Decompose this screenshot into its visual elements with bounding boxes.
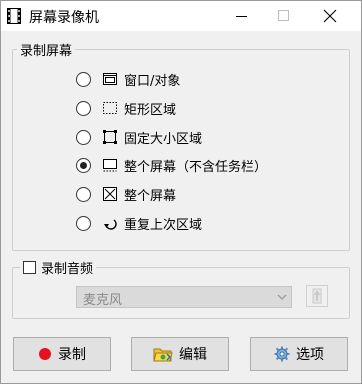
- edit-button-label: 编辑: [179, 347, 207, 363]
- minimize-button[interactable]: [221, 1, 265, 31]
- record-audio-label: 录制音频: [41, 262, 94, 277]
- option-fixed-size-region[interactable]: 固定大小区域: [76, 127, 202, 147]
- option-full-screen[interactable]: 整个屏幕: [76, 184, 176, 204]
- option-label: 整个屏幕（不含任务栏）: [124, 159, 268, 175]
- close-icon: [323, 9, 337, 23]
- option-label: 固定大小区域: [124, 131, 203, 147]
- option-label: 窗口/对象: [124, 73, 181, 89]
- radio-button-selected[interactable]: [76, 157, 91, 173]
- options-button[interactable]: 选项: [250, 337, 348, 371]
- film-icon: [7, 8, 21, 24]
- radio-button[interactable]: [76, 100, 91, 116]
- option-label: 重复上次区域: [124, 217, 203, 233]
- upload-icon: [312, 288, 322, 304]
- title-bar[interactable]: 屏幕录像机: [1, 1, 361, 31]
- option-window-object[interactable]: 窗口/对象: [76, 69, 180, 89]
- audio-device-value: 麦克风: [83, 293, 123, 308]
- maximize-button: [263, 1, 307, 31]
- record-screen-legend: 录制屏幕: [17, 40, 76, 59]
- fixed-size-region-icon: [103, 130, 117, 144]
- record-audio-legend[interactable]: 录制音频: [20, 258, 97, 277]
- window-title: 屏幕录像机: [29, 10, 99, 26]
- close-button[interactable]: [309, 1, 353, 31]
- maximize-icon: [278, 10, 289, 21]
- chevron-down-icon: [277, 294, 287, 300]
- radio-button[interactable]: [76, 129, 91, 145]
- minimize-icon: [236, 16, 247, 17]
- rectangle-region-icon: [103, 102, 117, 114]
- radio-button[interactable]: [76, 71, 91, 87]
- options-button-label: 选项: [296, 347, 324, 363]
- radio-button[interactable]: [76, 186, 91, 202]
- screen-recorder-window: 屏幕录像机 录制屏幕 窗口/对象 矩形区域 固定大小区域 整个屏幕（不含任务栏）…: [0, 0, 362, 384]
- record-button[interactable]: 录制: [13, 337, 111, 371]
- edit-button[interactable]: 编辑: [131, 337, 229, 371]
- window-object-icon: [103, 73, 117, 85]
- screen-no-taskbar-icon: [103, 159, 117, 172]
- full-screen-icon: [103, 187, 117, 201]
- option-rectangle-region[interactable]: 矩形区域: [76, 98, 176, 118]
- radio-button[interactable]: [76, 215, 91, 231]
- record-audio-checkbox[interactable]: [23, 261, 36, 274]
- record-icon: [38, 347, 52, 361]
- option-label: 矩形区域: [124, 102, 177, 118]
- option-label: 整个屏幕: [124, 188, 177, 204]
- record-button-label: 录制: [58, 347, 86, 363]
- repeat-region-icon: [104, 219, 117, 230]
- edit-icon: [153, 345, 173, 363]
- option-screen-no-taskbar[interactable]: 整个屏幕（不含任务栏）: [76, 155, 267, 175]
- option-repeat-region[interactable]: 重复上次区域: [76, 213, 202, 233]
- gear-icon: [274, 346, 290, 362]
- audio-settings-button: [306, 285, 328, 307]
- audio-device-select: 麦克风: [76, 286, 292, 308]
